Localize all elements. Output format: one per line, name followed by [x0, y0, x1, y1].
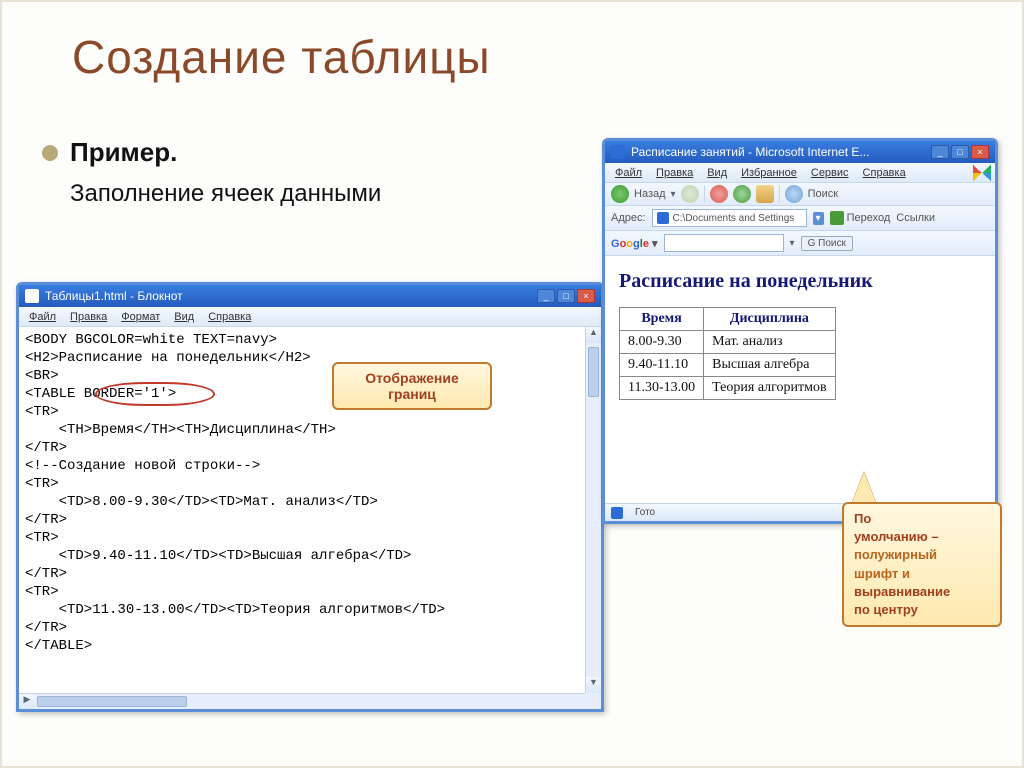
address-input[interactable]: C:\Documents and Settings: [652, 209, 807, 227]
windows-logo-icon: [973, 165, 991, 181]
ie-page-icon: [657, 212, 669, 224]
google-toolbar: Google ▾ ▾ G Поиск: [605, 231, 995, 256]
th-time: Время: [620, 308, 704, 331]
notepad-menubar: Файл Правка Формат Вид Справка: [19, 307, 601, 327]
ie-icon: [611, 145, 625, 159]
minimize-button[interactable]: _: [931, 145, 949, 159]
google-label[interactable]: Google ▾: [611, 237, 658, 250]
menu-format[interactable]: Формат: [115, 309, 166, 325]
maximize-button[interactable]: □: [557, 289, 575, 303]
scroll-thumb-v[interactable]: [588, 347, 599, 397]
example-text: Заполнение ячеек данными: [70, 180, 381, 208]
menu-favorites[interactable]: Избранное: [735, 165, 803, 181]
minimize-button[interactable]: _: [537, 289, 555, 303]
menu-help[interactable]: Справка: [857, 165, 912, 181]
menu-help[interactable]: Справка: [202, 309, 257, 325]
menu-view[interactable]: Вид: [701, 165, 733, 181]
table-header-row: Время Дисциплина: [620, 308, 836, 331]
menu-file[interactable]: Файл: [609, 165, 648, 181]
scroll-thumb-h[interactable]: [37, 696, 187, 707]
google-input[interactable]: [664, 234, 784, 252]
table-row: 8.00-9.30Мат. анализ: [620, 331, 836, 354]
schedule-table: Время Дисциплина 8.00-9.30Мат. анализ 9.…: [619, 307, 836, 400]
th-subject: Дисциплина: [704, 308, 835, 331]
notepad-editor[interactable]: <BODY BGCOLOR=white TEXT=navy> <H2>Распи…: [19, 327, 601, 693]
scroll-right-icon[interactable]: ▶: [19, 694, 35, 709]
go-icon: [830, 211, 844, 225]
search-icon[interactable]: [785, 185, 803, 203]
browser-menubar: Файл Правка Вид Избранное Сервис Справка: [605, 163, 995, 183]
refresh-icon[interactable]: [733, 185, 751, 203]
example-row: Пример.: [42, 137, 177, 168]
notepad-title: Таблицы1.html - Блокнот: [45, 289, 183, 303]
browser-title: Расписание занятий - Microsoft Internet …: [631, 145, 869, 159]
menu-tools[interactable]: Сервис: [805, 165, 855, 181]
status-ie-icon: [611, 507, 623, 519]
scroll-corner: [585, 693, 601, 709]
close-button[interactable]: ×: [577, 289, 595, 303]
page-heading: Расписание на понедельник: [619, 270, 981, 293]
slide: Создание таблицы Пример. Заполнение ячее…: [0, 0, 1024, 768]
maximize-button[interactable]: □: [951, 145, 969, 159]
callout-default-style: По умолчанию – полужирный шрифт и выравн…: [842, 502, 1002, 627]
callout-border-display: Отображение границ: [332, 362, 492, 410]
search-label[interactable]: Поиск: [808, 188, 838, 200]
stop-icon[interactable]: [710, 185, 728, 203]
scroll-up-icon[interactable]: ▲: [586, 327, 601, 343]
notepad-icon: [25, 289, 39, 303]
go-button[interactable]: Переход: [830, 211, 891, 225]
browser-toolbar: Назад ▾ Поиск: [605, 183, 995, 206]
browser-page: Расписание на понедельник Время Дисципли…: [605, 256, 995, 498]
address-label: Адрес:: [611, 212, 646, 224]
google-search-button[interactable]: G Поиск: [801, 236, 853, 251]
links-label[interactable]: Ссылки: [896, 212, 935, 224]
menu-file[interactable]: Файл: [23, 309, 62, 325]
scroll-down-icon[interactable]: ▼: [586, 677, 601, 693]
close-button[interactable]: ×: [971, 145, 989, 159]
notepad-window: Таблицы1.html - Блокнот _ □ × Файл Правк…: [16, 282, 604, 712]
back-label[interactable]: Назад: [634, 188, 666, 200]
address-dropdown-icon[interactable]: ▾: [813, 212, 824, 225]
status-ready: Гото: [635, 507, 655, 518]
back-dropdown-icon[interactable]: ▾: [671, 189, 676, 200]
scrollbar-horizontal[interactable]: ◀ ▶: [19, 693, 585, 709]
home-icon[interactable]: [756, 185, 774, 203]
address-bar: Адрес: C:\Documents and Settings ▾ Перех…: [605, 206, 995, 231]
menu-view[interactable]: Вид: [168, 309, 200, 325]
menu-edit[interactable]: Правка: [650, 165, 699, 181]
browser-window: Расписание занятий - Microsoft Internet …: [602, 138, 998, 524]
slide-title: Создание таблицы: [72, 30, 491, 84]
notepad-titlebar[interactable]: Таблицы1.html - Блокнот _ □ ×: [19, 285, 601, 307]
back-icon[interactable]: [611, 185, 629, 203]
forward-icon[interactable]: [681, 185, 699, 203]
table-row: 11.30-13.00Теория алгоритмов: [620, 377, 836, 400]
bullet-icon: [42, 145, 58, 161]
scrollbar-vertical[interactable]: ▲ ▼: [585, 327, 601, 693]
browser-titlebar[interactable]: Расписание занятий - Microsoft Internet …: [605, 141, 995, 163]
google-dropdown-icon[interactable]: ▾: [790, 238, 795, 249]
table-row: 9.40-11.10Высшая алгебра: [620, 354, 836, 377]
menu-edit[interactable]: Правка: [64, 309, 113, 325]
example-label: Пример.: [70, 137, 177, 168]
